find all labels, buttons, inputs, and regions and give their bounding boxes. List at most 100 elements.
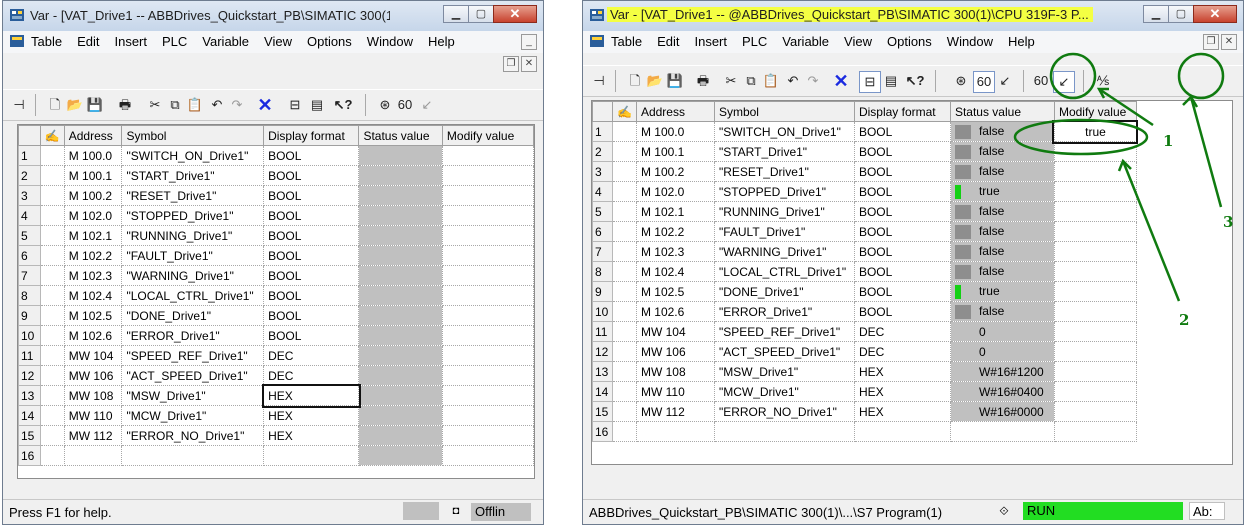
display-format-cell[interactable]: BOOL [263, 325, 360, 346]
table-row[interactable]: 11 MW 104 "SPEED_REF_Drive1" DEC [18, 345, 534, 366]
col-address[interactable]: Address [635, 101, 715, 122]
address-cell[interactable]: MW 110 [636, 381, 715, 402]
row-edit-cell[interactable] [612, 401, 637, 422]
symbol-cell[interactable]: "RUNNING_Drive1" [714, 201, 855, 222]
row-edit-cell[interactable] [612, 241, 637, 262]
address-cell[interactable]: M 102.6 [64, 325, 123, 346]
row-edit-cell[interactable] [40, 285, 65, 306]
table-row[interactable]: 14 MW 110 "MCW_Drive1" HEX W#16#0400 [592, 381, 1137, 402]
table-row[interactable]: 4 M 102.0 "STOPPED_Drive1" BOOL true [592, 181, 1137, 202]
help-pointer-icon[interactable]: ↖? [333, 95, 353, 115]
display-format-cell[interactable]: DEC [263, 345, 360, 366]
paste-icon[interactable]: 📋 [761, 71, 781, 91]
address-cell[interactable]: M 100.2 [636, 161, 715, 182]
col-modify-value[interactable]: Modify value [441, 125, 534, 146]
display-format-cell[interactable]: BOOL [854, 161, 951, 182]
display-format-cell[interactable]: DEC [854, 341, 951, 362]
table-row[interactable]: 1 M 100.0 "SWITCH_ON_Drive1" BOOL false true [592, 119, 1139, 144]
mdi-close-button[interactable]: ✕ [521, 56, 537, 72]
address-cell[interactable]: M 100.2 [64, 185, 123, 206]
symbol-cell[interactable]: "MSW_Drive1" [121, 385, 265, 406]
table-row[interactable]: 9 M 102.5 "DONE_Drive1" BOOL true [592, 281, 1137, 302]
modify-value-cell[interactable] [1054, 361, 1137, 382]
row-edit-cell[interactable] [612, 201, 637, 222]
row-edit-cell[interactable] [40, 385, 65, 406]
row-edit-cell[interactable] [40, 405, 65, 426]
row-edit-cell[interactable] [612, 421, 637, 442]
table-row[interactable]: 12 MW 106 "ACT_SPEED_Drive1" DEC 0 [592, 341, 1137, 362]
table-row[interactable]: 12 MW 106 "ACT_SPEED_Drive1" DEC [18, 365, 534, 386]
force-icon[interactable]: ⅍ [1093, 71, 1113, 91]
row-edit-cell[interactable] [612, 381, 637, 402]
col-address[interactable]: Address [63, 125, 123, 146]
symbol-cell[interactable]: "DONE_Drive1" [121, 305, 265, 326]
modify-icon[interactable]: ↙ [417, 95, 437, 115]
display-format-cell[interactable]: BOOL [263, 305, 360, 326]
table-row[interactable]: 5 M 102.1 "RUNNING_Drive1" BOOL false [592, 201, 1137, 222]
display-format-cell[interactable]: HEX [854, 381, 951, 402]
menu-insert[interactable]: Insert [694, 34, 727, 49]
pin-icon[interactable]: ⊣ [589, 71, 609, 91]
address-cell[interactable]: MW 108 [636, 361, 715, 382]
symbol-cell[interactable]: "RUNNING_Drive1" [121, 225, 265, 246]
symbol-cell[interactable] [714, 421, 855, 442]
display-format-cell[interactable] [263, 445, 360, 466]
table-row[interactable]: 10 M 102.6 "ERROR_Drive1" BOOL [18, 325, 534, 346]
table-row[interactable]: 9 M 102.5 "DONE_Drive1" BOOL [18, 305, 534, 326]
display-format-cell[interactable]: BOOL [854, 241, 951, 262]
row-edit-cell[interactable] [40, 165, 65, 186]
symbol-cell[interactable]: "SWITCH_ON_Drive1" [121, 145, 265, 166]
table-row[interactable]: 3 M 100.2 "RESET_Drive1" BOOL [18, 185, 534, 206]
cut-icon[interactable]: ✂ [145, 95, 165, 115]
menu-view[interactable]: View [264, 34, 292, 49]
address-cell[interactable]: MW 112 [64, 425, 123, 446]
modify-values-icon[interactable]: ↙ [1053, 71, 1075, 93]
display-format-cell[interactable]: BOOL [854, 281, 951, 302]
row-edit-cell[interactable] [40, 445, 65, 466]
symbol-cell[interactable]: "START_Drive1" [714, 141, 855, 162]
print-icon[interactable]: 🖶 [693, 71, 713, 91]
table-row[interactable]: 15 MW 112 "ERROR_NO_Drive1" HEX [18, 425, 534, 446]
table-row[interactable]: 10 M 102.6 "ERROR_Drive1" BOOL false [592, 301, 1137, 322]
address-cell[interactable]: M 102.3 [64, 265, 123, 286]
address-cell[interactable]: M 102.1 [64, 225, 123, 246]
table-row[interactable]: 15 MW 112 "ERROR_NO_Drive1" HEX W#16#0000 [592, 401, 1137, 422]
address-cell[interactable]: MW 110 [64, 405, 123, 426]
monitor-trigger-icon[interactable]: ⊛ [375, 95, 395, 115]
row-edit-cell[interactable] [40, 325, 65, 346]
monitor-icon[interactable]: 60 [973, 71, 995, 93]
modify-value-cell[interactable] [442, 405, 534, 426]
address-cell[interactable]: M 102.0 [64, 205, 123, 226]
new-icon[interactable]: 🗋 [45, 95, 65, 115]
address-cell[interactable]: M 100.1 [636, 141, 715, 162]
trigger-modify-icon[interactable]: 60 [1031, 71, 1051, 91]
address-cell[interactable] [636, 421, 715, 442]
help-pointer-icon[interactable]: ↖? [905, 71, 925, 91]
row-edit-cell[interactable] [612, 121, 637, 142]
display-format-cell[interactable] [854, 421, 951, 442]
modify-value-cell[interactable] [1054, 381, 1137, 402]
symbol-cell[interactable]: "SWITCH_ON_Drive1" [714, 121, 855, 142]
address-cell[interactable]: M 102.3 [636, 241, 715, 262]
close-button[interactable]: ✕ [493, 5, 537, 23]
copy-icon[interactable]: ⧉ [741, 71, 761, 91]
table-row[interactable]: 8 M 102.4 "LOCAL_CTRL_Drive1" BOOL false [592, 261, 1137, 282]
modify-icon[interactable]: ↙ [995, 71, 1015, 91]
save-icon[interactable]: 💾 [665, 71, 685, 91]
open-icon[interactable]: 📂 [65, 95, 85, 115]
address-cell[interactable]: MW 106 [636, 341, 715, 362]
col-display-format[interactable]: Display format [853, 101, 951, 122]
display-format-cell[interactable]: BOOL [263, 225, 360, 246]
display-format-cell[interactable]: HEX [261, 383, 361, 408]
online-icon[interactable]: ⊟ [285, 95, 305, 115]
print-icon[interactable]: 🖶 [115, 95, 135, 115]
symbol-cell[interactable]: "FAULT_Drive1" [121, 245, 265, 266]
table-row[interactable]: 1 M 100.0 "SWITCH_ON_Drive1" BOOL [18, 145, 534, 166]
menu-help[interactable]: Help [1008, 34, 1035, 49]
paste-icon[interactable]: 📋 [185, 95, 205, 115]
undo-icon[interactable]: ↶ [783, 71, 803, 91]
display-format-cell[interactable]: BOOL [263, 165, 360, 186]
mdi-restore-button[interactable]: ❐ [1203, 34, 1219, 50]
display-format-cell[interactable]: BOOL [263, 185, 360, 206]
table-row[interactable]: 5 M 102.1 "RUNNING_Drive1" BOOL [18, 225, 534, 246]
